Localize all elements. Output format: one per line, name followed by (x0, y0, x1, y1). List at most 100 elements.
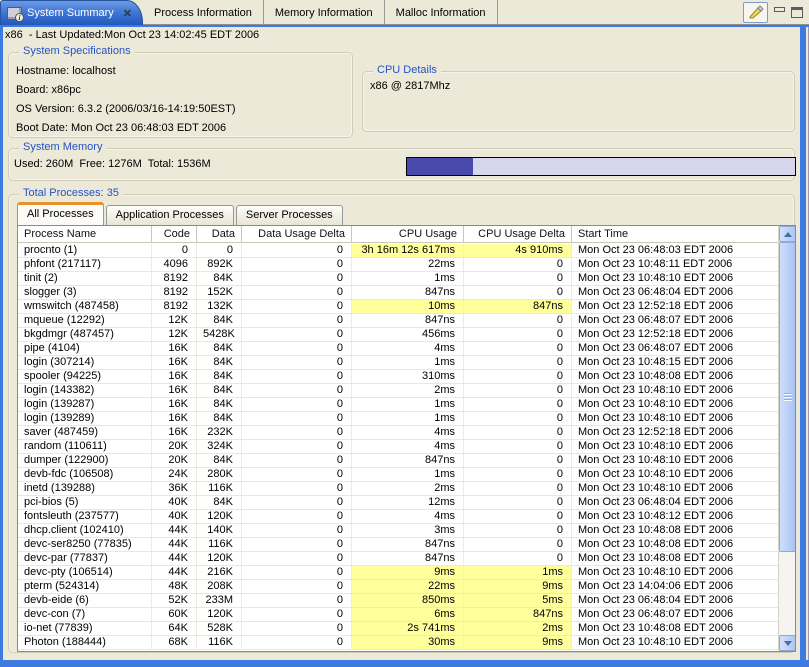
minimize-icon[interactable] (774, 7, 785, 12)
table-row[interactable]: login (307214)16K84K01ms0Mon Oct 23 10:4… (18, 356, 778, 370)
table-row[interactable]: wmswitch (487458)8192132K010ms847nsMon O… (18, 300, 778, 314)
column-header-code[interactable]: Code (152, 226, 197, 242)
cell-cpu: 22ms (352, 258, 464, 271)
total-processes-title: Total Processes: 35 (19, 187, 123, 199)
memory-usage-fill (407, 158, 473, 175)
cell-cpu: 10ms (352, 300, 464, 313)
vertical-scrollbar[interactable] (778, 226, 795, 651)
table-row[interactable]: dhcp.client (102410)44K140K03ms0Mon Oct … (18, 524, 778, 538)
cell-data_delta: 0 (242, 356, 352, 369)
column-header-data-usage-delta[interactable]: Data Usage Delta (242, 226, 352, 242)
table-row[interactable]: dumper (122900)20K84K0847ns0Mon Oct 23 1… (18, 454, 778, 468)
column-header-cpu-usage-delta[interactable]: CPU Usage Delta (464, 226, 572, 242)
table-row[interactable]: slogger (3)8192152K0847ns0Mon Oct 23 06:… (18, 286, 778, 300)
column-header-cpu-usage[interactable]: CPU Usage (352, 226, 464, 242)
cell-cpu_delta: 0 (464, 468, 572, 481)
column-header-process-name[interactable]: Process Name (18, 226, 152, 242)
cell-start: Mon Oct 23 06:48:07 EDT 2006 (572, 608, 778, 621)
cell-data: 84K (197, 412, 242, 425)
table-row[interactable]: procnto (1)0003h 16m 12s 617ms4s 910msMo… (18, 244, 778, 258)
cell-start: Mon Oct 23 12:52:18 EDT 2006 (572, 328, 778, 341)
cell-start: Mon Oct 23 10:48:08 EDT 2006 (572, 622, 778, 635)
cell-name: Photon (188444) (18, 636, 152, 649)
table-row[interactable]: spooler (94225)16K84K0310ms0Mon Oct 23 1… (18, 370, 778, 384)
table-row[interactable]: phfont (217117)4096892K022ms0Mon Oct 23 … (18, 258, 778, 272)
cell-data: 140K (197, 524, 242, 537)
table-row[interactable]: mqueue (12292)12K84K0847ns0Mon Oct 23 06… (18, 314, 778, 328)
tab-all-processes[interactable]: All Processes (17, 202, 104, 225)
cell-data_delta: 0 (242, 398, 352, 411)
column-header-start-time[interactable]: Start Time (572, 226, 778, 242)
tab-system-summary[interactable]: i System Summary ✕ (0, 0, 143, 25)
cell-data: 84K (197, 496, 242, 509)
cell-code: 12K (152, 328, 197, 341)
table-row[interactable]: random (110611)20K324K04ms0Mon Oct 23 10… (18, 440, 778, 454)
table-row[interactable]: inetd (139288)36K116K02ms0Mon Oct 23 10:… (18, 482, 778, 496)
scroll-down-button[interactable] (779, 635, 796, 651)
column-header-data[interactable]: Data (197, 226, 242, 242)
board-field: Board: x86pc (16, 84, 81, 96)
table-row[interactable]: devb-fdc (106508)24K280K01ms0Mon Oct 23 … (18, 468, 778, 482)
cell-start: Mon Oct 23 10:48:10 EDT 2006 (572, 384, 778, 397)
cell-data: 5428K (197, 328, 242, 341)
table-row[interactable]: login (139289)16K84K01ms0Mon Oct 23 10:4… (18, 412, 778, 426)
table-row[interactable]: devc-con (7)60K120K06ms847nsMon Oct 23 0… (18, 608, 778, 622)
cell-start: Mon Oct 23 12:52:18 EDT 2006 (572, 426, 778, 439)
tab-server-processes[interactable]: Server Processes (236, 205, 343, 225)
chevron-down-icon (784, 641, 792, 646)
table-row[interactable]: Photon (188444)68K116K030ms9msMon Oct 23… (18, 636, 778, 650)
system-memory-group: System Memory Used: 260M Free: 1276M Tot… (8, 148, 795, 181)
table-row[interactable]: pipe (4104)16K84K04ms0Mon Oct 23 06:48:0… (18, 342, 778, 356)
table-row[interactable]: fontsleuth (237577)40K120K04ms0Mon Oct 2… (18, 510, 778, 524)
cell-data: 232K (197, 426, 242, 439)
tab-application-processes[interactable]: Application Processes (106, 205, 234, 225)
table-row[interactable]: tinit (2)819284K01ms0Mon Oct 23 10:48:10… (18, 272, 778, 286)
cell-data: 233M (197, 594, 242, 607)
tab-memory-information[interactable]: Memory Information (264, 0, 385, 25)
highlighter-button[interactable] (743, 2, 768, 23)
cell-cpu: 2ms (352, 384, 464, 397)
tab-process-information[interactable]: Process Information (143, 0, 264, 25)
table-row[interactable]: pterm (524314)48K208K022ms9msMon Oct 23 … (18, 580, 778, 594)
cell-name: pterm (524314) (18, 580, 152, 593)
cell-start: Mon Oct 23 10:48:11 EDT 2006 (572, 258, 778, 271)
table-row[interactable]: login (139287)16K84K01ms0Mon Oct 23 10:4… (18, 398, 778, 412)
view-frame-left (0, 25, 3, 667)
cell-code: 0 (152, 244, 197, 257)
cell-cpu: 4ms (352, 510, 464, 523)
cell-name: devc-pty (106514) (18, 566, 152, 579)
cell-start: Mon Oct 23 10:48:08 EDT 2006 (572, 370, 778, 383)
cell-data: 208K (197, 580, 242, 593)
table-row[interactable]: login (143382)16K84K02ms0Mon Oct 23 10:4… (18, 384, 778, 398)
maximize-icon[interactable] (791, 7, 803, 18)
scroll-up-button[interactable] (779, 226, 796, 242)
cell-start: Mon Oct 23 10:48:10 EDT 2006 (572, 440, 778, 453)
table-row[interactable]: saver (487459)16K232K04ms0Mon Oct 23 12:… (18, 426, 778, 440)
cell-start: Mon Oct 23 12:52:18 EDT 2006 (572, 300, 778, 313)
table-row[interactable]: devc-pty (106514)44K216K09ms1msMon Oct 2… (18, 566, 778, 580)
scrollbar-thumb[interactable] (779, 242, 796, 552)
table-row[interactable]: io-net (77839)64K528K02s 741ms2msMon Oct… (18, 622, 778, 636)
cell-start: Mon Oct 23 10:48:10 EDT 2006 (572, 412, 778, 425)
table-row[interactable]: pci-bios (5)40K84K012ms0Mon Oct 23 06:48… (18, 496, 778, 510)
tab-malloc-information[interactable]: Malloc Information (385, 0, 498, 25)
cell-start: Mon Oct 23 06:48:03 EDT 2006 (572, 244, 778, 257)
cell-code: 16K (152, 370, 197, 383)
table-row[interactable]: devc-par (77837)44K120K0847ns0Mon Oct 23… (18, 552, 778, 566)
cell-cpu_delta: 0 (464, 342, 572, 355)
cell-name: bkgdmgr (487457) (18, 328, 152, 341)
close-icon[interactable]: ✕ (123, 7, 132, 20)
cell-code: 16K (152, 412, 197, 425)
cell-cpu_delta: 2ms (464, 622, 572, 635)
cell-name: slogger (3) (18, 286, 152, 299)
cell-cpu_delta: 0 (464, 482, 572, 495)
cell-data_delta: 0 (242, 524, 352, 537)
table-row[interactable]: bkgdmgr (487457)12K5428K0456ms0Mon Oct 2… (18, 328, 778, 342)
table-row[interactable]: devb-eide (6)52K233M0850ms5msMon Oct 23 … (18, 594, 778, 608)
table-row[interactable]: devc-ser8250 (77835)44K116K0847ns0Mon Oc… (18, 538, 778, 552)
view-frame-right (800, 25, 806, 667)
cell-code: 16K (152, 426, 197, 439)
cell-data: 120K (197, 608, 242, 621)
view-frame-top (0, 25, 809, 27)
cell-cpu_delta: 5ms (464, 594, 572, 607)
